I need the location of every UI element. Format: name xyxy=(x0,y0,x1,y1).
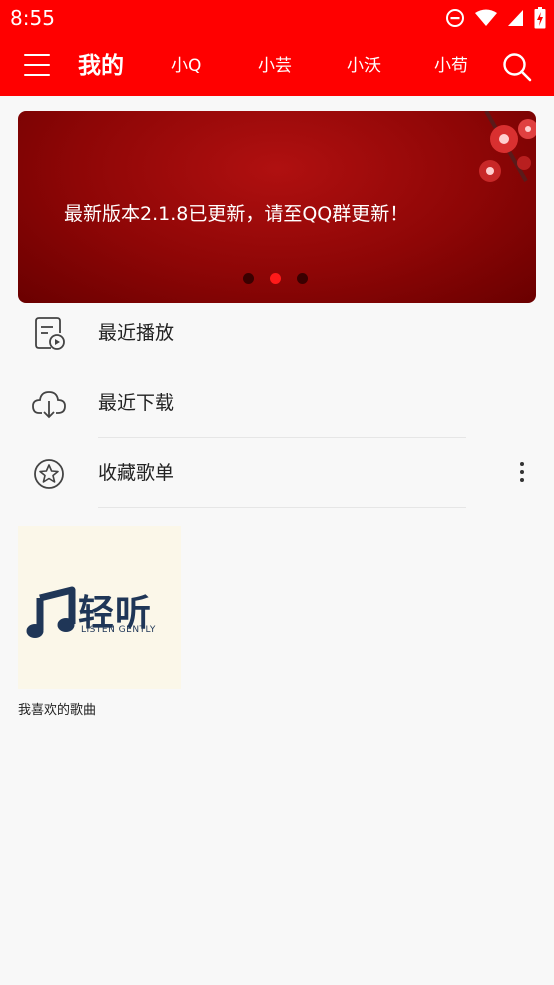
carousel-dot[interactable] xyxy=(297,273,308,284)
wifi-icon xyxy=(475,9,497,26)
status-time: 8:55 xyxy=(10,6,55,30)
playlist-cover: 轻听 LISTEN GENTLY xyxy=(18,526,181,689)
menu-item-label: 收藏歌单 xyxy=(98,462,175,484)
status-bar: 8:55 xyxy=(0,0,554,36)
search-icon[interactable] xyxy=(502,52,532,82)
menu-item-label: 最近下载 xyxy=(98,392,175,414)
recent-play-icon xyxy=(35,317,65,350)
star-icon xyxy=(34,459,64,489)
dnd-icon xyxy=(446,9,464,27)
signal-icon xyxy=(508,10,523,26)
tab-xiaoyun[interactable]: 小芸 xyxy=(258,36,292,96)
playlist-title: 我喜欢的歌曲 xyxy=(18,703,97,718)
menu-icon[interactable] xyxy=(24,54,50,78)
app-bar: 我的 小Q 小芸 小沃 小苟 xyxy=(0,36,554,96)
plum-blossom-decoration xyxy=(479,111,536,182)
more-options-icon[interactable] xyxy=(512,458,532,488)
menu-item-recent-download[interactable]: 最近下载 xyxy=(0,368,554,438)
status-icons xyxy=(445,7,546,29)
music-note-icon xyxy=(26,586,76,638)
menu-item-favorite-playlists[interactable]: 收藏歌单 xyxy=(0,438,554,508)
banner-message: 最新版本2.1.8已更新，请至QQ群更新！ xyxy=(64,203,409,225)
banner-carousel[interactable]: 最新版本2.1.8已更新，请至QQ群更新！ xyxy=(18,111,536,303)
tab-xiaoq[interactable]: 小Q xyxy=(171,36,201,96)
carousel-dot-active[interactable] xyxy=(270,273,281,284)
carousel-dot[interactable] xyxy=(243,273,254,284)
playlist-card[interactable]: 轻听 LISTEN GENTLY 我喜欢的歌曲 xyxy=(18,526,181,718)
cloud-download-icon xyxy=(32,391,66,419)
tab-mine[interactable]: 我的 xyxy=(78,36,124,96)
menu-item-label: 最近播放 xyxy=(98,322,175,344)
menu-item-recent-play[interactable]: 最近播放 xyxy=(0,298,554,368)
battery-icon xyxy=(534,7,546,29)
tab-xiaowo[interactable]: 小沃 xyxy=(347,36,381,96)
tab-xiaogou[interactable]: 小苟 xyxy=(434,36,468,96)
carousel-indicator xyxy=(243,273,308,284)
divider xyxy=(98,507,466,508)
cover-logo-subtitle: LISTEN GENTLY xyxy=(81,625,156,635)
